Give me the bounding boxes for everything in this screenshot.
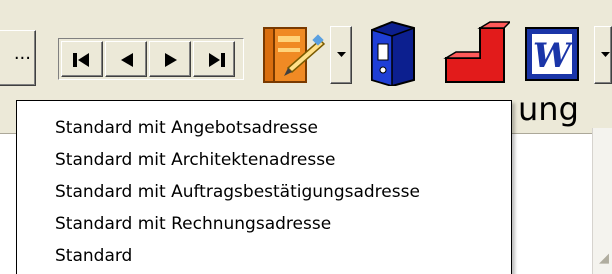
scrollbar-track[interactable]: ◢ <box>592 128 612 274</box>
menu-item-rechnungsadresse[interactable]: Standard mit Rechnungsadresse <box>55 209 331 239</box>
resize-grip-icon: ◢ <box>599 251 609 266</box>
menu-item-architektenadresse[interactable]: Standard mit Architektenadresse <box>55 145 336 175</box>
menu-item-angebotsadresse[interactable]: Standard mit Angebotsadresse <box>55 113 318 143</box>
menu-item-auftragsbestaetigungsadresse[interactable]: Standard mit Auftragsbestätigungsadresse <box>55 177 420 207</box>
address-template-menu: Standard mit Angebotsadresse Standard mi… <box>16 100 512 274</box>
menu-item-standard[interactable]: Standard <box>55 241 132 271</box>
column-header-label: ung <box>518 90 579 128</box>
